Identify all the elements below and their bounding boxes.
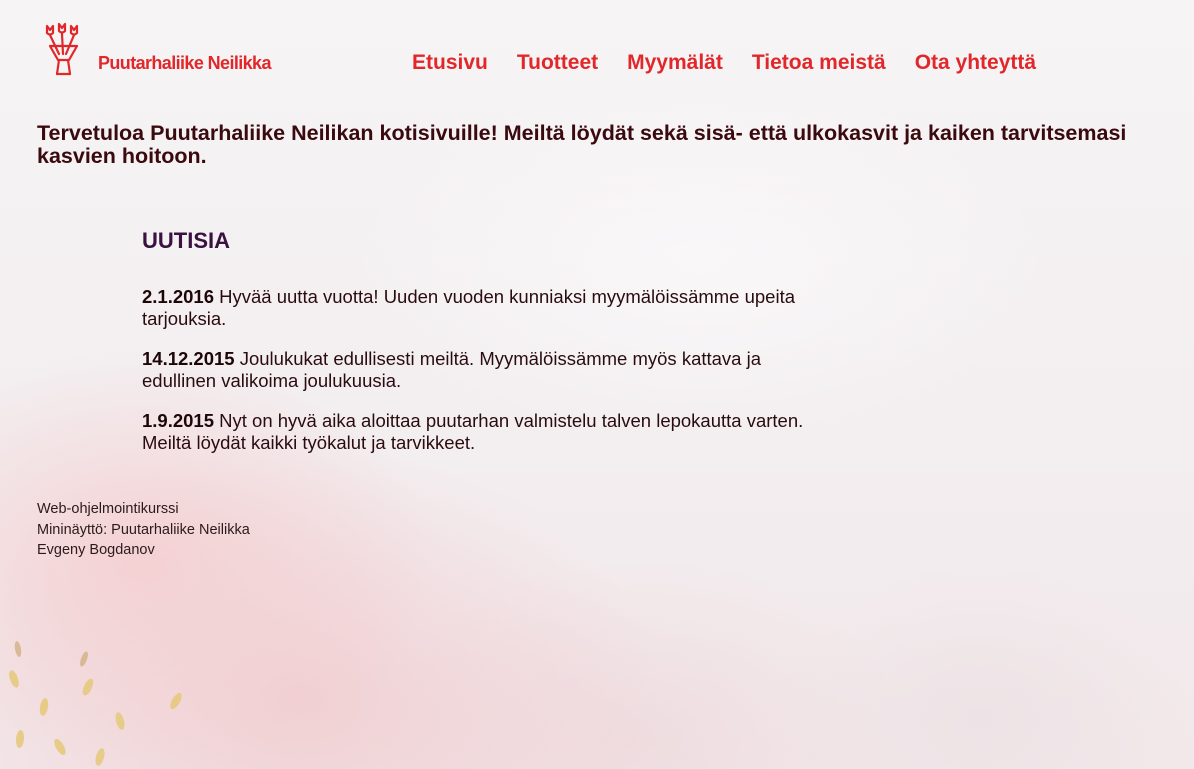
news-item: 1.9.2015 Nyt on hyvä aika aloittaa puuta… bbox=[142, 410, 822, 454]
news-item: 2.1.2016 Hyvää uutta vuotta! Uuden vuode… bbox=[142, 286, 822, 330]
footer-course: Web-ohjelmointikurssi bbox=[37, 501, 179, 517]
intro-text: Tervetuloa Puutarhaliike Neilikan kotisi… bbox=[37, 121, 1127, 168]
news-date: 14.12.2015 bbox=[142, 348, 235, 369]
news-heading: UUTISIA bbox=[142, 228, 230, 253]
news-item: 14.12.2015 Joulukukat edullisesti meiltä… bbox=[142, 348, 822, 392]
nav-link-tuotteet[interactable]: Tuotteet bbox=[517, 51, 598, 75]
logo[interactable]: Puutarhaliike Neilikka bbox=[44, 22, 271, 76]
tulip-bouquet-icon bbox=[45, 22, 79, 76]
news-section: UUTISIA 2.1.2016 Hyvää uutta vuotta! Uud… bbox=[142, 227, 822, 472]
news-text: Hyvää uutta vuotta! Uuden vuoden kunniak… bbox=[142, 286, 796, 329]
nav-link-etusivu[interactable]: Etusivu bbox=[412, 51, 488, 75]
news-text: Joulukukat edullisesti meiltä. Myymälöis… bbox=[142, 348, 762, 391]
news-date: 1.9.2015 bbox=[142, 410, 215, 431]
nav-link-tietoa-meista[interactable]: Tietoa meistä bbox=[752, 51, 886, 75]
logo-text: Puutarhaliike Neilikka bbox=[98, 53, 271, 73]
site-header: Puutarhaliike Neilikka Etusivu Tuotteet … bbox=[0, 0, 1194, 100]
news-text: Nyt on hyvä aika aloittaa puutarhan valm… bbox=[142, 410, 804, 453]
footer-author: Evgeny Bogdanov bbox=[37, 542, 155, 558]
footer-project: Mininäyttö: Puutarhaliike Neilikka bbox=[37, 521, 250, 538]
main-nav: Etusivu Tuotteet Myymälät Tietoa meistä … bbox=[412, 51, 1065, 75]
nav-link-ota-yhteytta[interactable]: Ota yhteyttä bbox=[915, 51, 1036, 75]
site-footer: Web-ohjelmointikurssi Mininäyttö: Puutar… bbox=[37, 499, 250, 561]
news-date: 2.1.2016 bbox=[142, 286, 215, 307]
nav-link-myymalat[interactable]: Myymälät bbox=[627, 51, 723, 75]
flower-stamens-decoration bbox=[9, 641, 182, 766]
